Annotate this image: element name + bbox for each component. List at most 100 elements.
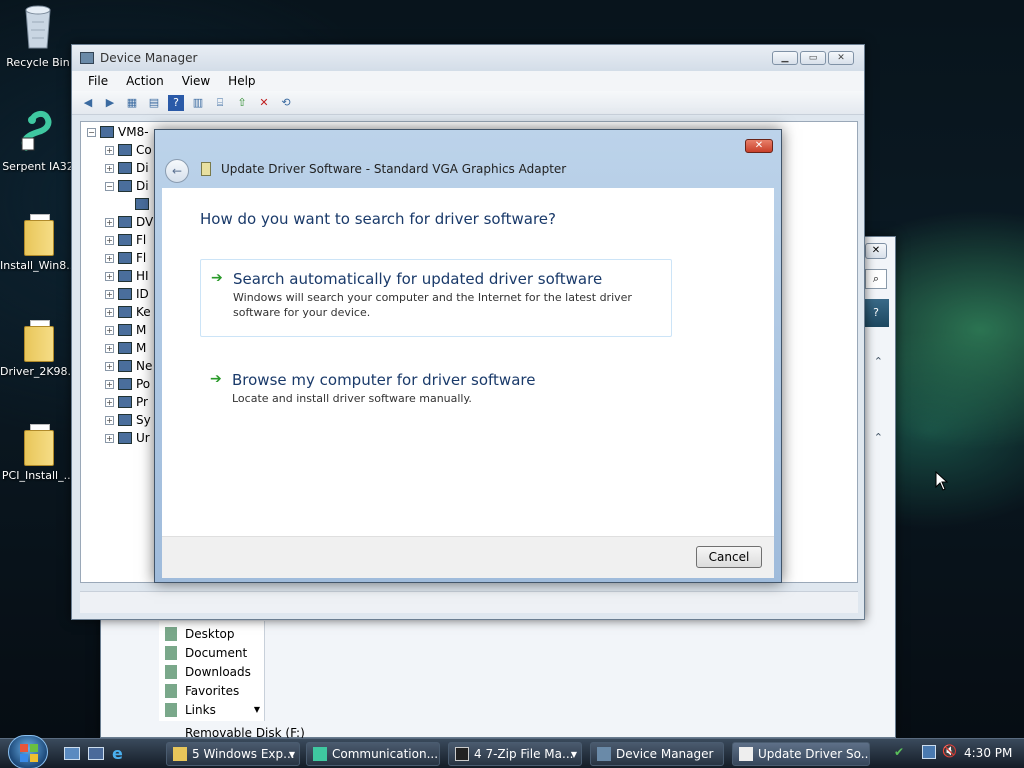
expand-toggle[interactable]: + [105, 343, 114, 353]
folder-icon [165, 684, 177, 698]
tree-item[interactable]: − Di [105, 178, 149, 194]
expand-toggle[interactable]: + [105, 235, 114, 245]
uninstall-icon[interactable]: ✕ [256, 95, 272, 111]
expand-toggle[interactable]: + [105, 289, 114, 299]
green-arrow-icon: ➔ [211, 270, 223, 286]
internet-explorer-icon[interactable]: e [112, 744, 123, 763]
explorer-search-button[interactable]: ⌕ [865, 269, 887, 289]
list-item[interactable]: Document [165, 646, 247, 660]
start-button[interactable] [8, 735, 48, 768]
expand-toggle[interactable]: + [105, 271, 114, 281]
list-item[interactable]: Downloads [165, 665, 251, 679]
folder-icon [173, 747, 187, 761]
back-button[interactable]: ← [165, 159, 189, 183]
tree-item[interactable]: + Di [105, 160, 149, 176]
properties-pane-icon[interactable]: ▦ [124, 95, 140, 111]
expand-toggle[interactable]: + [105, 415, 114, 425]
clock[interactable]: 4:30 PM [964, 746, 1012, 760]
tree-item[interactable]: + Sy [105, 412, 151, 428]
expand-toggle[interactable]: + [105, 325, 114, 335]
tree-item[interactable]: + Fl [105, 232, 146, 248]
help-icon[interactable]: ? [168, 94, 184, 111]
dialog-close-button[interactable]: ✕ [745, 139, 773, 153]
close-button[interactable]: ✕ [828, 51, 854, 65]
expand-toggle[interactable]: + [105, 361, 114, 371]
taskbar-button-device-manager[interactable]: Device Manager [590, 742, 724, 766]
tree-item[interactable]: + Ur [105, 430, 150, 446]
browse-computer-option[interactable]: ➔ Browse my computer for driver software… [200, 361, 672, 421]
desktop-icon-folder-install-win8[interactable]: Install_Win8... [0, 212, 76, 272]
cancel-button[interactable]: Cancel [696, 546, 762, 568]
desktop-icon-recycle-bin[interactable]: Recycle Bin [0, 2, 76, 69]
collapse-toggle[interactable]: − [87, 127, 96, 137]
enable-device-icon[interactable]: ⟲ [278, 95, 294, 111]
desktop-icon-serpent[interactable]: Serpent IA32 [0, 108, 76, 173]
back-arrow-icon[interactable]: ◀ [80, 95, 96, 111]
properties-icon[interactable]: ▤ [146, 95, 162, 111]
safely-remove-icon[interactable]: ✔ [894, 745, 904, 759]
menu-help[interactable]: Help [228, 74, 255, 88]
list-item[interactable]: Favorites [165, 684, 239, 698]
menu-file[interactable]: File [88, 74, 108, 88]
dialog-footer: Cancel [162, 536, 774, 578]
search-automatically-option[interactable]: ➔ Search automatically for updated drive… [200, 259, 672, 337]
collapse-toggle[interactable]: − [105, 181, 114, 191]
device-manager-titlebar[interactable]: Device Manager [72, 45, 864, 71]
chevron-down-icon: ▼ [288, 749, 295, 759]
tree-item-selected[interactable] [135, 196, 153, 212]
scan-hardware-icon[interactable]: ⌸ [212, 95, 228, 111]
view-icon[interactable]: ▥ [190, 95, 206, 111]
tree-item[interactable]: + Fl [105, 250, 146, 266]
option-description: Locate and install driver software manua… [232, 392, 472, 405]
serpent-icon [21, 110, 52, 151]
expand-toggle[interactable]: + [105, 307, 114, 317]
list-item[interactable]: Desktop [165, 627, 235, 641]
menu-view[interactable]: View [182, 74, 210, 88]
tree-item[interactable]: + M [105, 340, 146, 356]
expand-toggle[interactable]: + [105, 163, 114, 173]
minimize-button[interactable]: ▁ [772, 51, 798, 65]
tree-item[interactable]: + Ke [105, 304, 151, 320]
taskbar-button-update-driver[interactable]: Update Driver So... [732, 742, 870, 766]
device-icon [118, 144, 132, 156]
tree-item[interactable]: + ID [105, 286, 149, 302]
expand-toggle[interactable]: + [105, 379, 114, 389]
collapse-icon[interactable]: ⌃ [874, 355, 883, 368]
tree-item[interactable]: + DV [105, 214, 153, 230]
desktop-icon-folder-pci-install[interactable]: PCI_Install_... [0, 422, 76, 482]
chevron-down-icon: ▼ [570, 749, 577, 759]
update-driver-icon[interactable]: ⇧ [234, 95, 250, 111]
expand-toggle[interactable]: + [105, 145, 114, 155]
expand-toggle[interactable]: + [105, 253, 114, 263]
usb-icon [118, 432, 132, 444]
expand-toggle[interactable]: + [105, 397, 114, 407]
option-heading: Browse my computer for driver software [232, 371, 536, 389]
menu-action[interactable]: Action [126, 74, 164, 88]
explorer-help-icon[interactable]: ? [863, 299, 889, 327]
option-description: Windows will search your computer and th… [233, 291, 632, 319]
tree-root[interactable]: − VM8- [87, 124, 149, 140]
switch-windows-icon[interactable] [88, 747, 104, 760]
taskbar-button-7zip[interactable]: 4 7-Zip File Ma... ▼ [448, 742, 582, 766]
tree-item[interactable]: + Pr [105, 394, 148, 410]
tree-item[interactable]: + HI [105, 268, 149, 284]
maximize-button[interactable]: ▭ [800, 51, 826, 65]
update-driver-dialog[interactable]: ✕ ← Update Driver Software - Standard VG… [154, 129, 782, 583]
scroll-down-icon[interactable]: ▼ [254, 705, 260, 714]
forward-arrow-icon[interactable]: ▶ [102, 95, 118, 111]
tree-item[interactable]: + Co [105, 142, 152, 158]
expand-toggle[interactable]: + [105, 433, 114, 443]
taskbar-button-communication[interactable]: Communication... [306, 742, 440, 766]
list-item[interactable]: Links [165, 703, 216, 717]
show-desktop-icon[interactable] [64, 747, 80, 760]
tree-item[interactable]: + M [105, 322, 146, 338]
volume-muted-icon[interactable]: 🔇 [942, 744, 957, 758]
collapse-icon[interactable]: ⌃ [874, 431, 883, 444]
tree-item[interactable]: + Po [105, 376, 150, 392]
expand-toggle[interactable]: + [105, 217, 114, 227]
tree-item[interactable]: + Ne [105, 358, 152, 374]
taskbar-button-windows-explorer[interactable]: 5 Windows Exp... ▼ [166, 742, 300, 766]
explorer-close-button[interactable]: ✕ [865, 243, 887, 259]
desktop-icon-folder-driver-2k98[interactable]: Driver_2K98... [0, 318, 76, 378]
network-icon[interactable] [922, 745, 936, 759]
